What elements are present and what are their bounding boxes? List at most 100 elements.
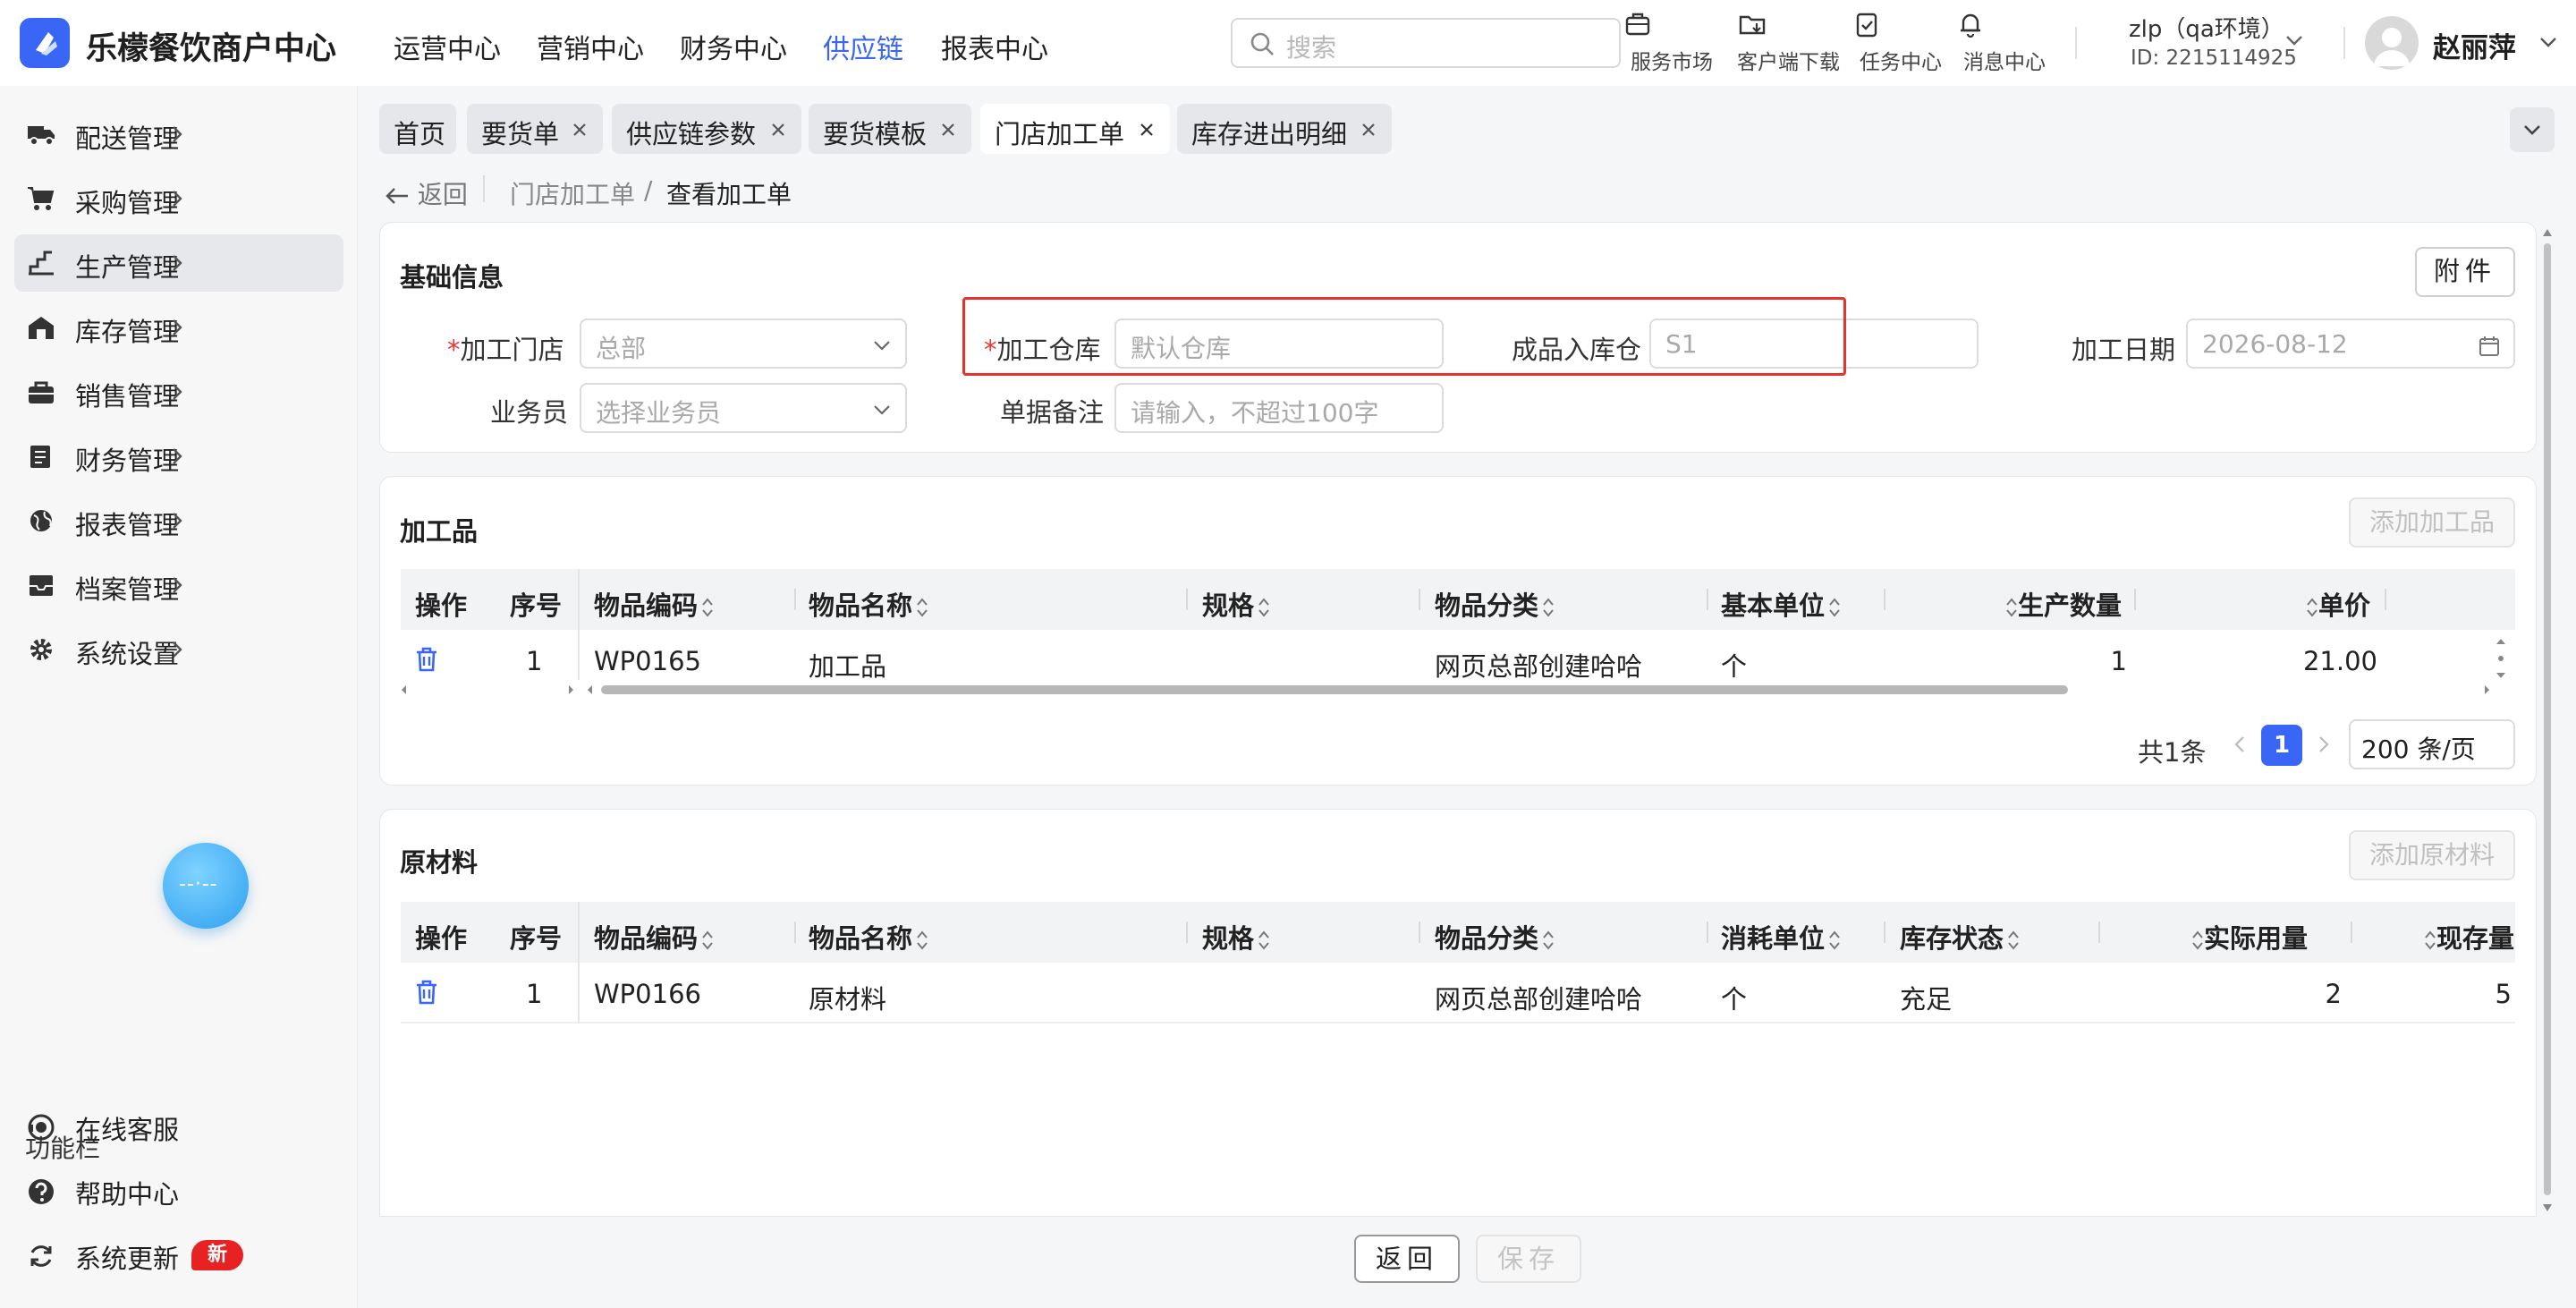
- page-size-select[interactable]: 200 条/页: [2349, 719, 2515, 769]
- finished-warehouse-label: 成品入库仓: [1512, 335, 1642, 365]
- col-usage[interactable]: 实际用量: [2188, 918, 2308, 956]
- delete-icon[interactable]: [413, 979, 440, 1006]
- breadcrumb-parent[interactable]: 门店加工单: [510, 175, 635, 211]
- sidebar-item-archive[interactable]: 档案管理: [14, 556, 343, 614]
- floating-assistant-button[interactable]: --·--: [163, 843, 249, 929]
- col-base-unit[interactable]: 基本单位: [1721, 585, 1841, 623]
- sort-icon: [701, 596, 714, 619]
- tab-label: 要货单: [481, 119, 560, 149]
- col-name[interactable]: 物品名称: [809, 585, 928, 623]
- staff-placeholder: 选择业务员: [596, 398, 722, 428]
- sidebar-item-production[interactable]: 生产管理: [14, 234, 343, 292]
- avatar[interactable]: [2365, 16, 2419, 70]
- chevron-right-icon: [27, 574, 327, 596]
- close-icon[interactable]: [769, 121, 787, 139]
- sidebar-item-purchase[interactable]: 采购管理: [14, 170, 343, 227]
- horizontal-scrollbar[interactable]: [401, 680, 2515, 700]
- finished-warehouse-field[interactable]: S1: [1649, 319, 1979, 369]
- search-icon: [1249, 30, 1275, 57]
- divider: [2098, 922, 2100, 943]
- tool-task-center[interactable]: 任务中心: [1852, 9, 1950, 75]
- refresh-icon: [27, 1242, 55, 1270]
- col-stock-status[interactable]: 库存状态: [1900, 918, 2020, 956]
- col-name[interactable]: 物品名称: [809, 918, 928, 956]
- store-select[interactable]: 总部: [580, 319, 907, 369]
- basic-info-title: 基础信息: [400, 262, 504, 293]
- breadcrumb-separator: /: [644, 175, 653, 205]
- col-qty[interactable]: 生产数量: [2002, 585, 2122, 623]
- tool-label: 任务中心: [1860, 51, 1942, 74]
- sidebar-item-inventory[interactable]: 库存管理: [14, 299, 343, 356]
- sort-icon: [2306, 596, 2318, 619]
- tool-message-center[interactable]: 消息中心: [1955, 9, 2054, 75]
- row-scroll-arrows[interactable]: [2494, 635, 2508, 682]
- col-spec[interactable]: 规格: [1202, 585, 1270, 623]
- sidebar-item-reports[interactable]: 报表管理: [14, 492, 343, 549]
- topnav-reports[interactable]: 报表中心: [941, 27, 1048, 66]
- chevron-left-icon[interactable]: [2231, 734, 2249, 755]
- pager-current-page[interactable]: 1: [2261, 725, 2302, 766]
- sort-icon: [1258, 596, 1270, 619]
- search-box[interactable]: 搜索: [1231, 18, 1621, 68]
- topnav-finance[interactable]: 财务中心: [680, 27, 787, 66]
- back-link[interactable]: 返回: [385, 175, 468, 211]
- topnav-supply-chain[interactable]: 供应链: [823, 27, 903, 66]
- back-button[interactable]: 返回: [1354, 1235, 1460, 1283]
- cell-unit: 个: [1721, 651, 1748, 682]
- tab-home[interactable]: 首页: [379, 104, 456, 154]
- tab-requisition-template[interactable]: 要货模板: [809, 104, 971, 154]
- app-logo[interactable]: [20, 18, 70, 68]
- col-category[interactable]: 物品分类: [1435, 585, 1555, 623]
- tab-requisition[interactable]: 要货单: [467, 104, 603, 154]
- col-code[interactable]: 物品编码: [594, 918, 714, 956]
- col-consume-unit[interactable]: 消耗单位: [1721, 918, 1841, 956]
- close-icon[interactable]: [571, 121, 589, 139]
- cell-price: 21.00: [2302, 646, 2377, 676]
- user-name[interactable]: 赵丽萍: [2433, 25, 2516, 65]
- divider: [2134, 589, 2136, 610]
- tab-store-processing[interactable]: 门店加工单: [980, 104, 1170, 154]
- table-row[interactable]: 1 WP0166 原材料 网页总部创建哈哈 个 充足 2 5: [401, 963, 2515, 1023]
- calendar-icon: [2478, 335, 2501, 358]
- add-processed-button[interactable]: 添加加工品: [2349, 497, 2515, 548]
- fab-dots: --·--: [179, 873, 218, 896]
- date-picker[interactable]: 2026-08-12: [2186, 319, 2515, 369]
- col-on-hand[interactable]: 现存量: [2420, 918, 2514, 956]
- remark-input[interactable]: 请输入，不超过100字: [1114, 383, 1444, 433]
- close-icon[interactable]: [1138, 121, 1156, 139]
- topnav-marketing[interactable]: 营销中心: [537, 27, 644, 66]
- close-icon[interactable]: [1360, 121, 1377, 139]
- col-code[interactable]: 物品编码: [594, 585, 714, 623]
- chevron-down-icon[interactable]: [2283, 29, 2306, 52]
- tool-client-download[interactable]: 客户端下载: [1737, 9, 1840, 75]
- close-icon[interactable]: [939, 121, 957, 139]
- warehouse-field[interactable]: 默认仓库: [1114, 319, 1444, 369]
- vertical-scrollbar[interactable]: [2538, 224, 2556, 1217]
- sidebar-item-delivery[interactable]: 配送管理: [14, 106, 343, 163]
- topnav-ops[interactable]: 运营中心: [394, 27, 501, 66]
- sort-icon: [1258, 929, 1270, 952]
- add-material-button[interactable]: 添加原材料: [2349, 830, 2515, 880]
- env-name[interactable]: zlp（qa环境）: [2129, 11, 2284, 44]
- tabs-more-button[interactable]: [2510, 107, 2555, 152]
- col-spec[interactable]: 规格: [1202, 918, 1270, 956]
- col-price[interactable]: 单价: [2302, 585, 2370, 623]
- tab-supply-params[interactable]: 供应链参数: [612, 104, 801, 154]
- tab-label: 要货模板: [823, 119, 928, 149]
- remark-label: 单据备注: [1000, 397, 1105, 428]
- sidebar-item-settings[interactable]: 系统设置: [14, 621, 343, 678]
- chevron-right-icon[interactable]: [2315, 734, 2333, 755]
- attachment-button[interactable]: 附件: [2415, 247, 2515, 297]
- sidebar-item-sales[interactable]: 销售管理: [14, 363, 343, 420]
- tab-inventory-detail[interactable]: 库存进出明细: [1177, 104, 1392, 154]
- delete-icon[interactable]: [413, 646, 440, 673]
- col-category[interactable]: 物品分类: [1435, 918, 1555, 956]
- chevron-down-icon[interactable]: [2537, 30, 2560, 54]
- chevron-right-icon: [27, 510, 327, 531]
- tool-label: 消息中心: [1963, 51, 2046, 74]
- save-button[interactable]: 保存: [1476, 1235, 1581, 1283]
- fixed-column-divider: [578, 902, 580, 1023]
- staff-select[interactable]: 选择业务员: [580, 383, 907, 433]
- tool-service-market[interactable]: 服务市场: [1623, 9, 1721, 75]
- sidebar-item-finance[interactable]: 财务管理: [14, 428, 343, 485]
